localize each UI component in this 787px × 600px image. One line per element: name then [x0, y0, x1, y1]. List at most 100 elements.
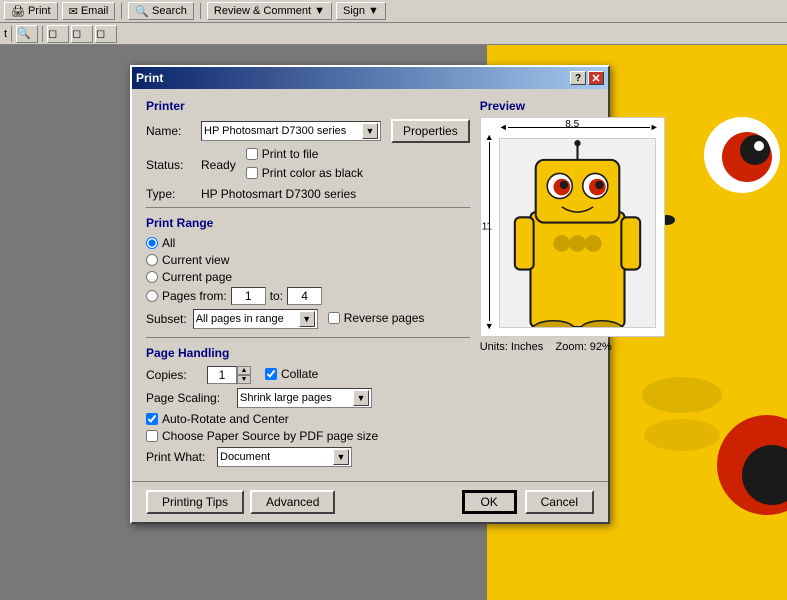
current-view-radio[interactable]: [146, 254, 158, 266]
printer-dropdown[interactable]: HP Photosmart D7300 series ▼: [201, 121, 381, 141]
zoom-icon: 🔍: [17, 27, 31, 40]
status-value: Ready: [201, 158, 236, 172]
titlebar-buttons: ? ✕: [570, 71, 604, 85]
print-to-file-checkbox[interactable]: [246, 148, 258, 160]
choose-paper-row: Choose Paper Source by PDF page size: [146, 429, 470, 443]
collate-row: Collate: [265, 367, 318, 381]
auto-rotate-row: Auto-Rotate and Center: [146, 412, 470, 426]
nav-btn-3[interactable]: ◻: [95, 25, 117, 43]
spin-buttons: ▲ ▼: [237, 366, 251, 384]
pages-from-input[interactable]: [231, 287, 266, 305]
auto-rotate-checkbox[interactable]: [146, 413, 158, 425]
choose-paper-label: Choose Paper Source by PDF page size: [162, 429, 378, 443]
all-radio[interactable]: [146, 237, 158, 249]
preview-title: Preview: [480, 99, 665, 113]
subset-label: Subset:: [146, 312, 187, 326]
pages-radio[interactable]: [146, 290, 158, 302]
status-label: Status:: [146, 158, 201, 172]
spin-up-button[interactable]: ▲: [237, 366, 251, 375]
copies-input-wrapper: ▲ ▼: [207, 366, 251, 384]
print-color-checkbox[interactable]: [246, 167, 258, 179]
help-button[interactable]: ?: [570, 71, 586, 85]
sign-label: Sign: [343, 5, 365, 17]
pages-to-label: to:: [270, 289, 283, 303]
current-page-row: Current page: [146, 270, 470, 284]
printer-name-row: Name: HP Photosmart D7300 series ▼ Prope…: [146, 119, 470, 143]
cancel-button[interactable]: Cancel: [525, 490, 594, 514]
pages-row: Pages from: to:: [146, 287, 470, 305]
page-handling-header: Page Handling: [146, 346, 470, 360]
print-to-file-row: Print to file: [246, 147, 363, 161]
print-what-value: Document: [220, 451, 270, 463]
dialog-right-col: Preview ◄ ► 8.5 ▲: [480, 99, 665, 467]
pages-to-input[interactable]: [287, 287, 322, 305]
v-arrow-top: ▲: [485, 132, 494, 142]
status-row: Status: Ready Print to file Print color …: [146, 147, 470, 183]
preview-image: [499, 138, 656, 328]
type-row: Type: HP Photosmart D7300 series: [146, 187, 470, 201]
footer-left: Printing Tips Advanced: [146, 490, 335, 514]
nav-btn-2[interactable]: ◻: [71, 25, 93, 43]
email-icon: ✉: [69, 5, 78, 18]
all-label: All: [162, 236, 175, 250]
collate-checkbox[interactable]: [265, 368, 277, 380]
current-view-label: Current view: [162, 253, 229, 267]
toolbar2: t 🔍 ◻ ◻ ◻: [0, 23, 787, 45]
review-label: Review & Comment: [214, 5, 311, 17]
separator: [121, 3, 122, 19]
spin-down-button[interactable]: ▼: [237, 375, 251, 384]
copies-row: Copies: ▲ ▼ Collate: [146, 366, 470, 384]
search-icon: 🔍: [135, 5, 149, 18]
pages-from-label: Pages from:: [162, 289, 227, 303]
review-comment-button[interactable]: Review & Comment ▼: [207, 2, 332, 20]
units-value: Units: Inches: [480, 341, 544, 353]
dialog-titlebar: Print ? ✕: [132, 67, 608, 89]
email-button[interactable]: ✉ Email: [62, 2, 116, 20]
collate-label: Collate: [281, 367, 318, 381]
h-arrow-left: ◄: [499, 122, 508, 132]
subset-dropdown[interactable]: All pages in range ▼: [193, 309, 318, 329]
footer-right: OK Cancel: [462, 490, 594, 514]
copies-label: Copies:: [146, 368, 201, 382]
print-what-dropdown[interactable]: Document ▼: [217, 447, 352, 467]
all-radio-row: All: [146, 236, 470, 250]
print-label: Print: [28, 5, 51, 17]
subset-row: Subset: All pages in range ▼ Reverse pag…: [146, 309, 470, 329]
reverse-pages-checkbox[interactable]: [328, 312, 340, 324]
printing-tips-button[interactable]: Printing Tips: [146, 490, 244, 514]
dialog-left-col: Printer Name: HP Photosmart D7300 series…: [146, 99, 470, 467]
properties-button[interactable]: Properties: [391, 119, 470, 143]
zoom-in-button[interactable]: 🔍: [16, 25, 38, 43]
ok-button[interactable]: OK: [462, 490, 517, 514]
subset-value: All pages in range: [196, 313, 284, 325]
print-button[interactable]: 🖨 Print: [4, 2, 58, 20]
text-label: t: [4, 28, 7, 40]
preview-units: Units: Inches Zoom: 92%: [480, 341, 665, 353]
print-dialog: Print ? ✕ Printer Name: HP Photosmart D7…: [130, 65, 610, 524]
current-page-radio[interactable]: [146, 271, 158, 283]
print-icon: 🖨: [11, 5, 25, 18]
choose-paper-checkbox[interactable]: [146, 430, 158, 442]
h-arrow-right: ►: [650, 122, 659, 132]
divider1: [146, 207, 470, 208]
toolbar: 🖨 Print ✉ Email 🔍 Search Review & Commen…: [0, 0, 787, 23]
advanced-button[interactable]: Advanced: [250, 490, 335, 514]
scaling-dropdown[interactable]: Shrink large pages ▼: [237, 388, 372, 408]
print-color-label: Print color as black: [262, 166, 363, 180]
print-what-row: Print What: Document ▼: [146, 447, 470, 467]
sign-button[interactable]: Sign ▼: [336, 2, 386, 20]
dropdown-arrow-icon: ▼: [362, 123, 378, 139]
zoom-value: Zoom: 92%: [556, 341, 612, 353]
reverse-pages-label: Reverse pages: [344, 311, 425, 325]
preview-canvas: ◄ ► 8.5 ▲ ▼ 11: [480, 117, 665, 337]
dropdown-arrow-icon: ▼: [314, 5, 325, 17]
search-button[interactable]: 🔍 Search: [128, 2, 194, 20]
divider2: [146, 337, 470, 338]
scaling-arrow-icon: ▼: [353, 390, 369, 406]
dialog-columns: Printer Name: HP Photosmart D7300 series…: [146, 99, 594, 467]
close-button[interactable]: ✕: [588, 71, 604, 85]
copies-input[interactable]: [207, 366, 237, 384]
print-color-row: Print color as black: [246, 166, 363, 180]
dialog-body: Printer Name: HP Photosmart D7300 series…: [132, 89, 608, 477]
nav-btn-1[interactable]: ◻: [47, 25, 69, 43]
